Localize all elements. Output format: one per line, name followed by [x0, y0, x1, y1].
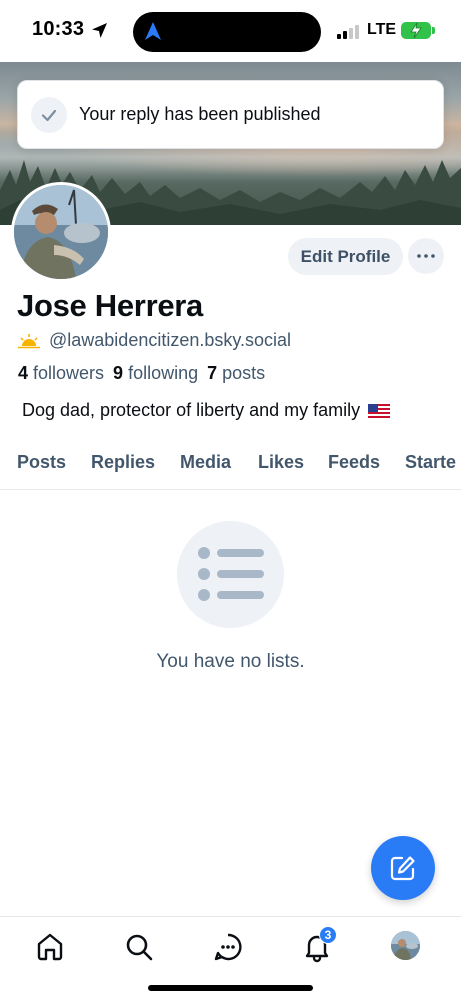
cellular-signal-icon	[337, 25, 359, 39]
home-indicator	[148, 985, 313, 991]
profile-stats: 4 followers 9 following 7 posts	[18, 363, 265, 384]
profile-handle[interactable]: @lawabidencitizen.bsky.social	[49, 330, 291, 351]
more-options-button[interactable]	[408, 238, 444, 274]
compose-icon	[390, 856, 415, 881]
tab-media[interactable]: Media	[180, 452, 231, 473]
status-time: 10:33	[32, 18, 85, 40]
following-stat[interactable]: 9 following	[113, 363, 198, 384]
chat-icon[interactable]	[212, 931, 244, 963]
following-count: 9	[113, 363, 124, 383]
profile-tabs: Posts Replies Media Likes Feeds Starte	[0, 446, 461, 490]
edit-profile-button[interactable]: Edit Profile	[288, 238, 403, 275]
tab-starter-packs[interactable]: Starte	[405, 452, 456, 473]
status-bar: 10:33 LTE	[0, 0, 461, 62]
tab-feeds[interactable]: Feeds	[328, 452, 380, 473]
profile-avatar[interactable]	[11, 182, 111, 282]
posts-label: posts	[222, 363, 266, 383]
location-arrow-icon	[92, 23, 107, 38]
empty-lists-illustration	[177, 521, 284, 628]
posts-stat: 7 posts	[207, 363, 265, 384]
notification-badge: 3	[319, 926, 337, 944]
battery-cap	[432, 27, 435, 34]
list-icon	[198, 547, 264, 601]
check-icon	[31, 97, 67, 133]
display-name: Jose Herrera	[17, 288, 203, 323]
sun-emoji-icon	[18, 333, 40, 348]
home-icon[interactable]	[34, 931, 66, 963]
following-label: following	[128, 363, 199, 383]
ellipsis-icon	[417, 254, 435, 258]
navigation-arrow-icon	[145, 22, 161, 40]
toast-message: Your reply has been published	[79, 104, 321, 124]
tab-posts[interactable]: Posts	[17, 452, 66, 473]
search-icon[interactable]	[123, 931, 155, 963]
followers-stat[interactable]: 4 followers	[18, 363, 104, 384]
handle-row: @lawabidencitizen.bsky.social	[18, 330, 291, 351]
dynamic-island	[133, 12, 321, 52]
profile-bio: Dog dad, protector of liberty and my fam…	[22, 400, 391, 421]
tab-replies[interactable]: Replies	[91, 452, 155, 473]
empty-state-message: You have no lists.	[156, 651, 305, 672]
charging-bolt-icon	[410, 22, 422, 39]
posts-count: 7	[207, 363, 218, 383]
compose-button[interactable]	[371, 836, 435, 900]
tab-likes[interactable]: Likes	[258, 452, 304, 473]
followers-count: 4	[18, 363, 29, 383]
followers-label: followers	[33, 363, 105, 383]
us-flag-icon	[368, 403, 391, 418]
bio-text: Dog dad, protector of liberty and my fam…	[22, 400, 361, 420]
profile-tab-avatar[interactable]	[391, 931, 420, 960]
network-type: LTE	[367, 21, 397, 38]
published-toast[interactable]: Your reply has been published	[17, 80, 444, 149]
